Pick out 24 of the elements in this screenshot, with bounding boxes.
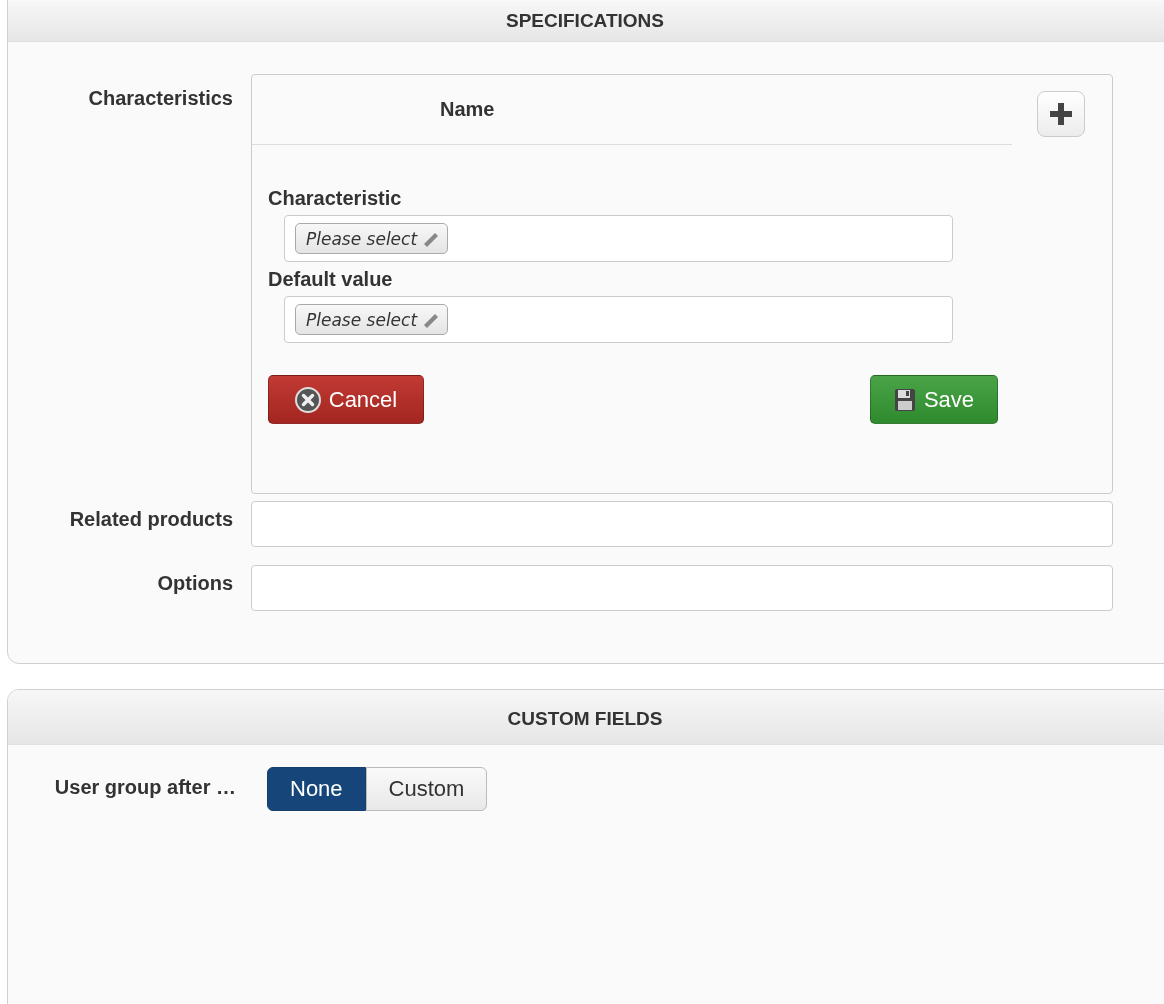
field-label: Related products [68, 507, 233, 531]
add-button[interactable] [1037, 91, 1085, 137]
plus-icon [1050, 103, 1072, 125]
field-label: Options [156, 571, 233, 595]
pencil-icon [423, 230, 440, 247]
field-label: Characteristics [87, 86, 233, 110]
column-header: Name [252, 75, 1012, 145]
toggle-option[interactable]: None [267, 767, 366, 811]
close-icon [294, 386, 321, 413]
field-label: User group after … [53, 775, 237, 799]
field-label: Characteristic [268, 186, 403, 211]
placeholder-chip[interactable]: Please select [295, 223, 449, 254]
cancel-button[interactable]: Cancel [268, 375, 424, 424]
section-header: CUSTOM FIELDS [8, 690, 1164, 745]
pencil-icon [423, 311, 440, 328]
section-header: SPECIFICATIONS [8, 1, 1164, 42]
toggle-option[interactable]: Custom [365, 767, 488, 811]
text-field[interactable] [251, 501, 1113, 547]
placeholder-chip[interactable]: Please select [295, 304, 449, 335]
select-field[interactable]: Please select [284, 296, 953, 343]
text-field[interactable] [251, 565, 1113, 611]
field-label: Default value [268, 267, 394, 292]
select-field[interactable]: Please select [284, 215, 953, 262]
save-button[interactable]: Save [870, 375, 998, 424]
